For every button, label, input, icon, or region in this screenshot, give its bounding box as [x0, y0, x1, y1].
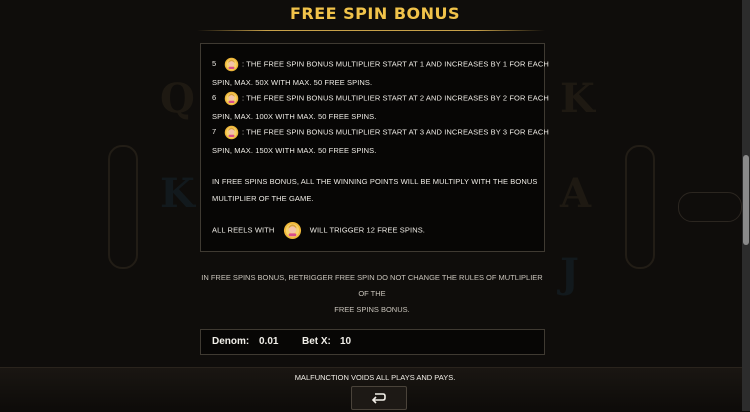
rule-text: : THE FREE SPIN BONUS MULTIPLIER START A… [242, 59, 549, 69]
rule-row: 6 : THE FREE SPIN BONUS MULTIPLIER START … [212, 91, 549, 106]
bonus-text-line2: MULTIPLIER OF THE GAME. [212, 194, 314, 203]
scatter-bust-icon [283, 221, 301, 240]
bonus-text-line1: IN FREE SPINS BONUS, ALL THE WINNING POI… [212, 177, 538, 186]
trigger-prefix: ALL REELS WITH [212, 225, 275, 235]
denom-label: Denom: [212, 336, 250, 347]
rules-panel: 5 : THE FREE SPIN BONUS MULTIPLIER START … [200, 43, 549, 252]
return-arrow-icon [371, 393, 386, 404]
rule-row: 5 : THE FREE SPIN BONUS MULTIPLIER START … [212, 57, 549, 72]
bet-label: Bet X: [302, 336, 331, 347]
bet-value: 10 [340, 336, 352, 347]
trigger-row: ALL REELS WITH WILL TRIGGER 12 FREE SPIN… [212, 221, 425, 240]
scatter-bust-icon [224, 57, 239, 72]
rule-count: 6 [212, 93, 217, 103]
bg-ways-right [625, 145, 655, 269]
bg-side-button [678, 192, 742, 222]
bg-symbol-j: J [560, 250, 579, 297]
title-divider [197, 30, 545, 31]
scrollbar[interactable] [742, 0, 750, 411]
scatter-bust-icon [224, 125, 239, 140]
bg-symbol-q: Q [160, 75, 195, 122]
rule-text-cont: SPIN, MAX. 100X WITH MAX. 50 FREE SPINS. [212, 112, 377, 121]
denom-bar: Denom: 0.01 Bet X: 10 [200, 329, 545, 355]
denom-value: 0.01 [259, 336, 279, 347]
retrigger-note: IN FREE SPINS BONUS, RETRIGGER FREE SPIN… [196, 270, 548, 318]
scatter-bust-icon [224, 91, 239, 106]
bg-symbol-a: A [560, 170, 592, 217]
rule-text-cont: SPIN, MAX. 150X WITH MAX. 50 FREE SPINS. [212, 146, 377, 155]
rule-count: 7 [212, 127, 217, 137]
bg-symbol-k2: K [560, 75, 595, 122]
rule-text-cont: SPIN, MAX. 50X WITH MAX. 50 FREE SPINS. [212, 78, 373, 87]
footer-bar: MALFUNCTION VOIDS ALL PLAYS AND PAYS. [0, 367, 750, 412]
retrigger-note-line1: IN FREE SPINS BONUS, RETRIGGER FREE SPIN… [201, 273, 543, 298]
retrigger-note-line2: FREE SPINS BONUS. [334, 305, 410, 314]
bg-symbol-k: K [160, 170, 195, 217]
rule-count: 5 [212, 59, 217, 69]
trigger-suffix: WILL TRIGGER 12 FREE SPINS. [309, 225, 425, 235]
rule-text: : THE FREE SPIN BONUS MULTIPLIER START A… [242, 127, 549, 137]
rule-text: : THE FREE SPIN BONUS MULTIPLIER START A… [242, 93, 549, 103]
page-title: FREE SPIN BONUS [289, 4, 461, 23]
scrollbar-thumb[interactable] [743, 155, 749, 245]
rule-row: 7 : THE FREE SPIN BONUS MULTIPLIER START … [212, 125, 549, 140]
malfunction-text: MALFUNCTION VOIDS ALL PLAYS AND PAYS. [294, 373, 456, 382]
bg-ways-left [108, 145, 138, 269]
back-button[interactable] [351, 386, 407, 410]
